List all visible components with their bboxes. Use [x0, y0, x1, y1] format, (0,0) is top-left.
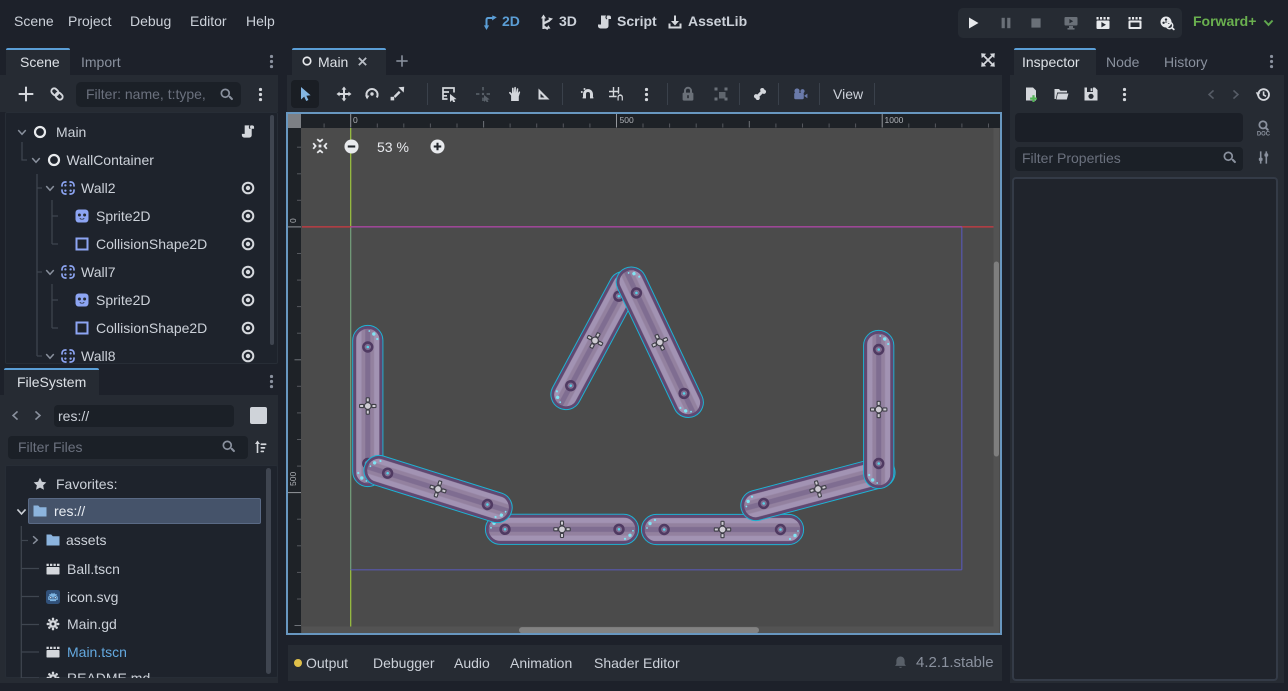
svg-text:DOC: DOC	[1257, 131, 1271, 136]
